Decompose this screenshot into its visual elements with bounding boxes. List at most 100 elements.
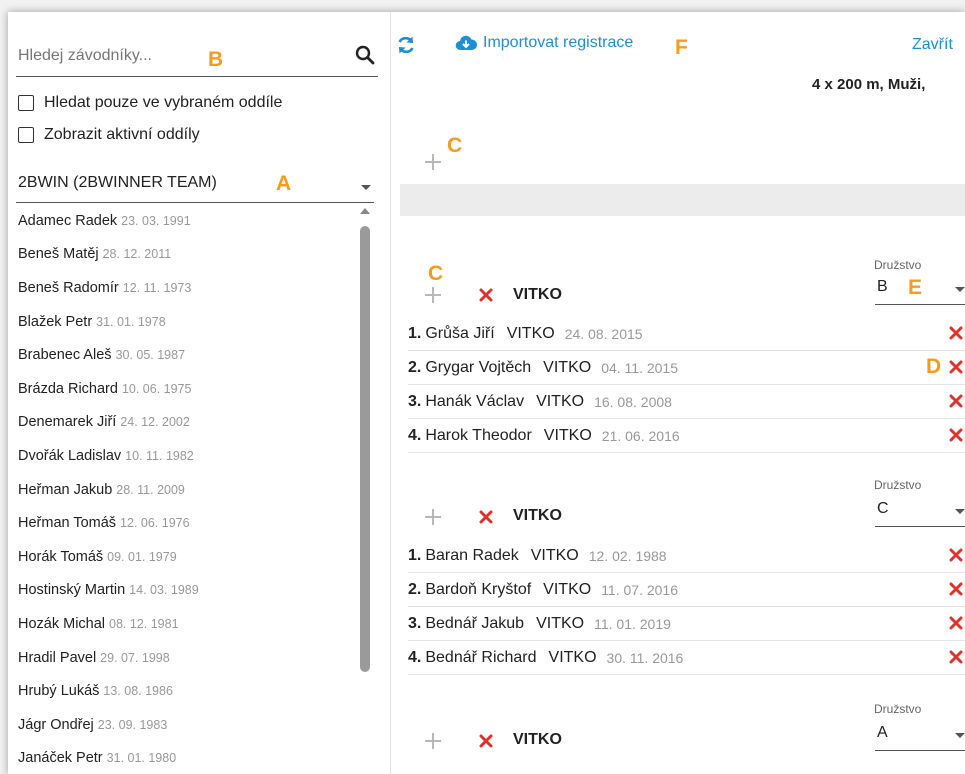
add-team-plus-icon[interactable] bbox=[424, 153, 442, 171]
scroll-up-arrow-icon[interactable] bbox=[360, 208, 370, 214]
team-name: VITKO bbox=[513, 507, 562, 524]
remove-member-x-icon[interactable] bbox=[949, 548, 963, 562]
member-name: Hanák Václav bbox=[425, 392, 525, 410]
add-member-plus-icon[interactable] bbox=[424, 286, 442, 304]
team-name: VITKO bbox=[513, 286, 562, 303]
import-registrations-button[interactable]: Importovat registrace bbox=[455, 34, 633, 52]
add-member-plus-icon[interactable] bbox=[424, 732, 442, 750]
scrollbar-thumb[interactable] bbox=[360, 226, 370, 672]
athlete-name: Denemarek Jiří bbox=[18, 414, 117, 431]
remove-team-x-icon[interactable] bbox=[479, 734, 493, 748]
list-item[interactable]: Hradil Pavel 29. 07. 1998 bbox=[8, 641, 368, 675]
athlete-name: Hozák Michal bbox=[18, 615, 106, 632]
member-date: 12. 02. 1988 bbox=[588, 547, 667, 564]
athlete-date: 09. 01. 1979 bbox=[107, 549, 177, 564]
member-club: VITKO bbox=[543, 358, 592, 376]
remove-member-x-icon[interactable] bbox=[949, 582, 963, 596]
member-name: Grygar Vojtěch bbox=[425, 358, 532, 376]
member-club: VITKO bbox=[536, 392, 585, 410]
refresh-icon[interactable] bbox=[395, 34, 417, 56]
list-item[interactable]: Brázda Richard 10. 06. 1975 bbox=[8, 372, 368, 406]
list-item[interactable]: Adamec Radek 23. 03. 1991 bbox=[8, 204, 368, 238]
checkbox-box[interactable] bbox=[18, 95, 34, 111]
search-icon[interactable] bbox=[354, 44, 376, 66]
remove-member-x-icon[interactable] bbox=[949, 428, 963, 442]
checkbox-box[interactable] bbox=[18, 127, 34, 143]
athlete-date: 30. 05. 1987 bbox=[115, 348, 186, 363]
remove-team-x-icon[interactable] bbox=[479, 288, 493, 302]
athlete-date: 08. 12. 1981 bbox=[109, 616, 179, 631]
section-divider-bar bbox=[400, 184, 965, 216]
druzstvo-select[interactable]: A bbox=[875, 720, 965, 751]
list-item[interactable]: Heřman Jakub 28. 11. 2009 bbox=[8, 473, 368, 507]
athlete-date: 31. 01. 1978 bbox=[96, 314, 166, 329]
team-member-row: 1. Grůša Jiří VITKO 24. 08. 2015 bbox=[408, 317, 965, 351]
list-item[interactable]: Hostinský Martin 14. 03. 1989 bbox=[8, 574, 368, 608]
list-item[interactable]: Heřman Tomáš 12. 06. 1976 bbox=[8, 506, 368, 540]
list-item[interactable]: Denemarek Jiří 24. 12. 2002 bbox=[8, 406, 368, 440]
remove-member-x-icon[interactable] bbox=[949, 360, 963, 374]
member-name: Harok Theodor bbox=[425, 426, 532, 444]
remove-member-x-icon[interactable] bbox=[949, 650, 963, 664]
member-club: VITKO bbox=[536, 614, 585, 632]
app-window: B Hledat pouze ve vybraném oddíle Zobraz… bbox=[8, 12, 965, 774]
member-club: VITKO bbox=[543, 580, 592, 598]
athlete-date: 14. 03. 1989 bbox=[129, 583, 199, 598]
member-order: 2. bbox=[408, 358, 422, 376]
marker-e: E bbox=[908, 276, 923, 299]
member-name: Bardoň Kryštof bbox=[425, 580, 532, 598]
marker-f: F bbox=[675, 36, 688, 59]
athlete-name: Adamec Radek bbox=[18, 212, 118, 229]
list-item[interactable]: Beneš Matěj 28. 12. 2011 bbox=[8, 238, 368, 272]
list-item[interactable]: Dvořák Ladislav 10. 11. 1982 bbox=[8, 439, 368, 473]
list-item[interactable]: Hozák Michal 08. 12. 1981 bbox=[8, 607, 368, 641]
athlete-date: 13. 08. 1986 bbox=[103, 684, 173, 699]
athlete-date: 28. 11. 2009 bbox=[116, 482, 185, 497]
list-item[interactable]: Jágr Ondřej 23. 09. 1983 bbox=[8, 708, 368, 742]
team-member-row: 4. Bednář Richard VITKO 30. 11. 2016 bbox=[408, 641, 965, 675]
team-member-row: 2. Bardoň Kryštof VITKO 11. 07. 2016 bbox=[408, 573, 965, 607]
remove-member-x-icon[interactable] bbox=[949, 326, 963, 340]
member-name: Grůša Jiří bbox=[425, 324, 495, 342]
search-input[interactable] bbox=[16, 46, 320, 66]
marker-c: C bbox=[428, 262, 444, 285]
remove-member-x-icon[interactable] bbox=[949, 394, 963, 408]
druzstvo-value: B bbox=[877, 278, 888, 295]
list-item[interactable]: Brabenec Aleš 30. 05. 1987 bbox=[8, 338, 368, 372]
chevron-down-icon bbox=[955, 509, 965, 514]
member-club: VITKO bbox=[548, 648, 597, 666]
athlete-date: 10. 06. 1975 bbox=[121, 381, 192, 396]
filter-selected-club-checkbox[interactable]: Hledat pouze ve vybraném oddíle bbox=[18, 92, 282, 114]
event-title: 4 x 200 m, Muži, bbox=[812, 76, 926, 93]
show-active-clubs-checkbox[interactable]: Zobrazit aktivní oddíly bbox=[18, 124, 200, 146]
athlete-name: Heřman Jakub bbox=[18, 481, 113, 498]
club-select[interactable]: 2BWIN (2BWINNER TEAM) bbox=[16, 170, 374, 203]
druzstvo-select[interactable]: C bbox=[875, 496, 965, 527]
close-link[interactable]: Zavřít bbox=[912, 36, 953, 54]
athlete-date: 28. 12. 2011 bbox=[102, 247, 172, 262]
search-box bbox=[16, 38, 378, 77]
athlete-name: Brázda Richard bbox=[18, 380, 118, 397]
add-member-plus-icon[interactable] bbox=[424, 508, 442, 526]
list-item[interactable]: Horák Tomáš 09. 01. 1979 bbox=[8, 540, 368, 574]
athlete-name: Hradil Pavel bbox=[18, 649, 97, 666]
member-order: 4. bbox=[408, 426, 422, 444]
member-name: Bednář Jakub bbox=[425, 614, 525, 632]
list-item[interactable]: Janáček Petr 31. 01. 1980 bbox=[8, 742, 368, 774]
member-date: 11. 07. 2016 bbox=[601, 581, 678, 598]
list-item[interactable]: Blažek Petr 31. 01. 1978 bbox=[8, 305, 368, 339]
member-club: VITKO bbox=[506, 324, 555, 342]
member-date: 11. 01. 2019 bbox=[594, 615, 671, 632]
member-date: 24. 08. 2015 bbox=[564, 325, 643, 342]
team-name: VITKO bbox=[513, 731, 562, 748]
team-member-row: 1. Baran Radek VITKO 12. 02. 1988 bbox=[408, 539, 965, 573]
team-member-row: 4. Harok Theodor VITKO 21. 06. 2016 bbox=[408, 419, 965, 453]
team-member-row: 3. Bednář Jakub VITKO 11. 01. 2019 bbox=[408, 607, 965, 641]
list-item[interactable]: Beneš Radomír 12. 11. 1973 bbox=[8, 271, 368, 305]
remove-member-x-icon[interactable] bbox=[949, 616, 963, 630]
athlete-date: 23. 09. 1983 bbox=[97, 717, 168, 732]
remove-team-x-icon[interactable] bbox=[479, 510, 493, 524]
athlete-date: 23. 03. 1991 bbox=[121, 213, 191, 228]
list-item[interactable]: Hrubý Lukáš 13. 08. 1986 bbox=[8, 674, 368, 708]
athlete-panel: B Hledat pouze ve vybraném oddíle Zobraz… bbox=[8, 12, 391, 774]
